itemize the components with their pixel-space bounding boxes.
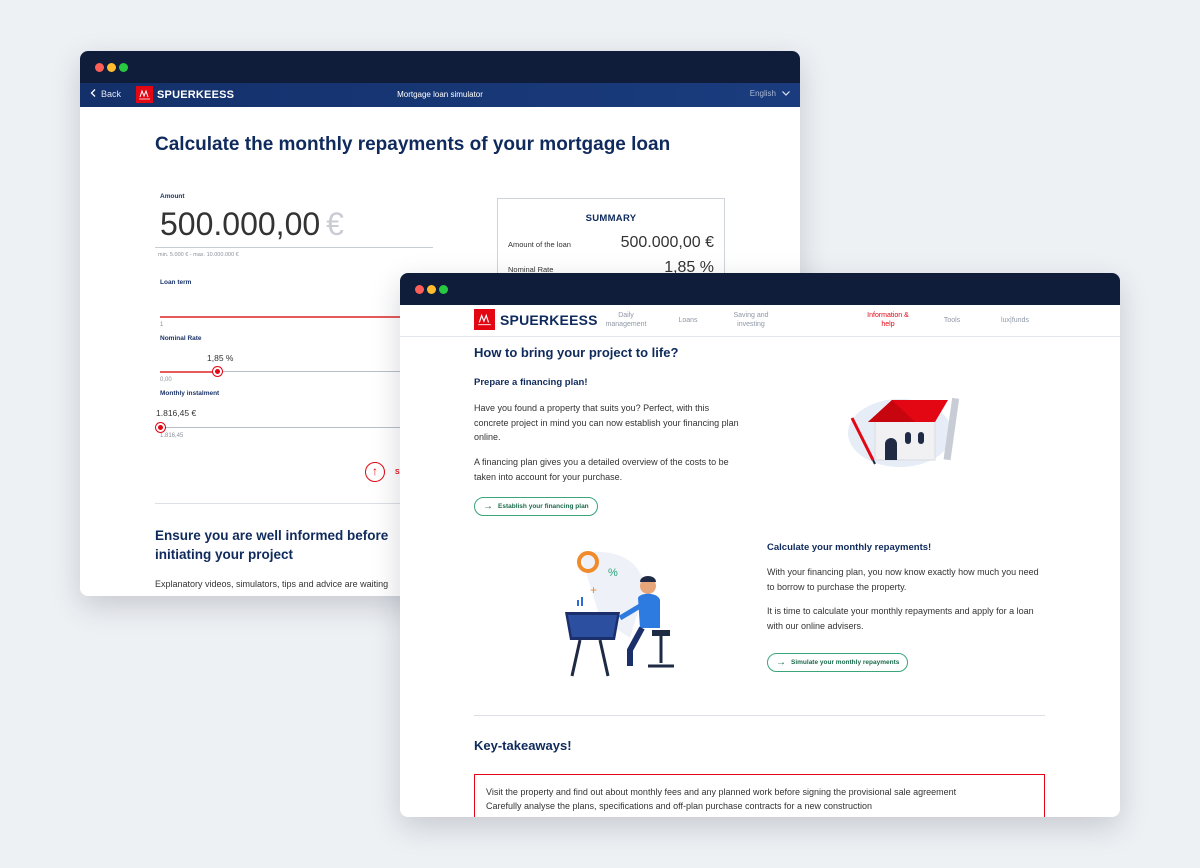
info-section-text: Explanatory videos, simulators, tips and… [155,579,389,589]
takeaway-item: Carefully analyse the plans, specificati… [486,801,873,811]
language-selector[interactable]: English [750,89,790,98]
monthly-instalment-handle[interactable] [156,423,165,432]
logo-mark-icon [474,309,495,330]
loan-term-slider[interactable] [160,316,405,318]
nav-item-tools[interactable]: Tools [935,316,969,325]
chevron-down-icon [782,89,790,98]
loan-term-min: 1 [160,322,164,328]
maximize-window-button[interactable] [119,63,128,72]
section-divider [474,715,1045,716]
financing-plan-text-2: A financing plan gives you a detailed ov… [474,457,729,482]
simulator-nav-bar: Back SPUERKEESS Mortgage loan simulator … [80,83,800,107]
main-nav: SPUERKEESS Daily management Loans Saving… [400,305,1120,337]
monthly-instalment-value: 1.816,45 € [156,408,197,418]
section-title: How to bring your project to life? [474,345,679,360]
close-window-button[interactable] [95,63,104,72]
svg-text:+: + [590,583,597,597]
monthly-instalment-min: 1.816,45 [160,433,184,439]
summary-amount-value: 500.000,00 € [620,234,714,251]
simulator-title: Mortgage loan simulator [397,90,483,99]
partial-button-label: S [395,469,400,476]
close-window-button[interactable] [415,285,424,294]
key-takeaways-title: Key-takeaways! [474,738,572,753]
simulate-repayments-button[interactable]: → Simulate your monthly repayments [767,653,909,672]
svg-text:%: % [608,567,618,579]
monthly-repayments-title: Calculate your monthly repayments! [767,542,932,553]
nominal-rate-slider[interactable] [216,371,406,372]
monthly-instalment-slider[interactable] [160,427,406,428]
financing-plan-text-1: Have you found a property that suits you… [474,403,739,442]
monthly-repayments-text-2: It is time to calculate your monthly rep… [767,606,1034,631]
monthly-instalment-label: Monthly instalment [160,390,220,397]
amount-hint: min. 5.000 € - max. 10.000.000 € [158,252,239,258]
page-title: Calculate the monthly repayments of your… [155,134,671,155]
nav-item-information-help[interactable]: Information & help [860,311,916,329]
minimize-window-button[interactable] [107,63,116,72]
loan-term-label: Loan term [160,279,192,286]
currency-symbol: € [326,206,344,242]
simulate-button-label: Simulate your monthly repayments [791,659,900,666]
arrow-right-icon: → [483,501,493,512]
nav-item-luxfunds[interactable]: lux|funds [991,316,1039,325]
nominal-rate-label: Nominal Rate [160,335,202,342]
nav-item-daily-management[interactable]: Daily management [601,311,651,329]
nav-item-saving-investing[interactable]: Saving and investing [727,311,775,329]
brand-name: SPUERKEESS [500,311,598,328]
amount-label: Amount [160,193,185,200]
maximize-window-button[interactable] [439,285,448,294]
monthly-repayments-text-1: With your financing plan, you now know e… [767,567,1039,592]
amount-value: 500.000,00 [160,206,321,242]
window-titlebar [80,51,800,83]
key-takeaways-box: Visit the property and find out about mo… [474,774,1045,817]
info-section-title: Ensure you are well informed before init… [155,528,389,562]
summary-heading: SUMMARY [585,213,637,224]
language-label: English [749,89,776,98]
takeaway-item: Visit the property and find out about mo… [486,787,957,797]
nominal-rate-fill [160,371,216,373]
establish-button-label: Establish your financing plan [498,503,589,510]
summary-amount-label: Amount of the loan [508,240,571,249]
brand-logo[interactable]: SPUERKEESS [474,309,598,330]
nominal-rate-value: 1,85 % [207,353,234,363]
financing-plan-title: Prepare a financing plan! [474,377,588,388]
minimize-window-button[interactable] [427,285,436,294]
establish-financing-plan-button[interactable]: → Establish your financing plan [474,497,598,516]
nav-item-loans[interactable]: Loans [670,316,706,325]
arrow-up-icon[interactable]: ↑ [365,462,385,482]
arrow-right-icon: → [776,657,786,668]
amount-underline [155,247,433,248]
amount-input[interactable]: 500.000,00 € [160,206,344,243]
window-titlebar [400,273,1120,305]
nominal-rate-min: 0,00 [160,377,172,383]
house-illustration [848,397,960,467]
project-window: SPUERKEESS Daily management Loans Saving… [400,273,1120,817]
person-at-desk-illustration: % + [565,551,674,677]
nominal-rate-handle[interactable] [213,367,222,376]
